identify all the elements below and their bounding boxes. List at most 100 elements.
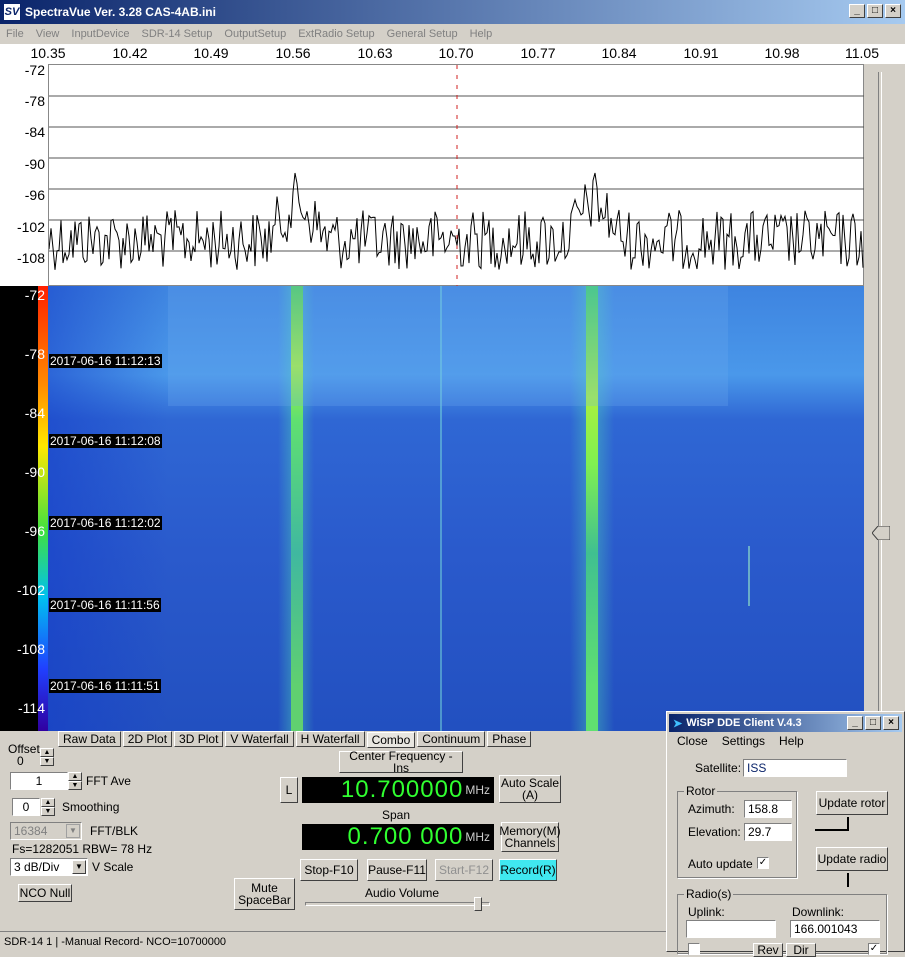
l-button[interactable]: L [280,777,298,803]
tab-combo[interactable]: Combo [366,732,416,748]
spectrum-svg [48,65,865,287]
freq-tick: 10.35 [30,45,66,61]
downlink-label: Downlink: [792,905,845,919]
spin-up-icon[interactable]: ▲ [41,798,55,807]
smoothing-label: Smoothing [62,800,120,814]
frequency-display[interactable]: 10.700000 MHz [302,776,494,803]
dropdown-arrow-icon[interactable]: ▼ [66,824,80,838]
tab-continuum[interactable]: Continuum [417,731,486,747]
waterfall-y-tick: -84 [24,405,45,421]
fft-blk-select[interactable]: 16384 ▼ [10,822,82,840]
spin-up-icon[interactable]: ▲ [40,748,54,757]
rotor-group-title: Rotor [684,784,718,798]
uplink-input[interactable] [686,920,776,938]
freq-tick: 10.98 [764,45,800,61]
tab-v-waterfall[interactable]: V Waterfall [225,731,294,747]
offset-spinner[interactable]: ▲ ▼ [40,748,54,766]
spin-down-icon[interactable]: ▼ [68,781,82,790]
satellite-input[interactable]: ISS [743,759,847,777]
spin-up-icon[interactable]: ▲ [68,772,82,781]
elevation-input[interactable]: 29.7 [744,823,792,841]
fft-ave-input[interactable]: 1 [10,772,68,790]
waterfall-y-tick: -102 [16,582,45,598]
wisp-close-button[interactable]: × [883,716,899,730]
update-radio-button[interactable]: Update radio [816,847,888,871]
wisp-minimize-button[interactable]: _ [847,716,863,730]
freq-tick: 10.56 [275,45,311,61]
stop-button[interactable]: Stop-F10 [300,859,358,881]
timestamp-label: 2017-06-16 11:11:56 [49,598,161,612]
waterfall-display[interactable] [48,286,864,731]
smoothing-input[interactable]: 0 [12,798,40,816]
waterfall-carrier-line [748,546,750,606]
frequency-unit: MHz [465,783,490,797]
fft-blk-value: 16384 [14,824,48,838]
menu-inputdevice[interactable]: InputDevice [65,28,135,40]
tab-h-waterfall[interactable]: H Waterfall [295,731,365,747]
vertical-slider-line [878,72,882,724]
wisp-maximize-button[interactable]: □ [865,716,881,730]
downlink-input[interactable]: 166.001043 [790,920,880,938]
fft-ave-spinner[interactable]: ▲ ▼ [68,772,82,790]
mute-button[interactable]: Mute SpaceBar [234,878,295,910]
menu-outputsetup[interactable]: OutputSetup [218,28,292,40]
maximize-button[interactable]: □ [867,4,883,18]
menu-general-setup[interactable]: General Setup [381,28,464,40]
nco-null-button[interactable]: NCO Null [18,884,72,902]
minimize-button[interactable]: _ [849,4,865,18]
memory-channels-button[interactable]: Memory(M) Channels [499,822,561,852]
auto-update-checkbox[interactable]: ✓ [757,857,769,869]
wisp-menu-settings[interactable]: Settings [722,734,765,748]
tab-raw-data[interactable]: Raw Data [58,731,121,747]
waterfall-y-tick: -90 [24,464,45,480]
timestamp-label: 2017-06-16 11:12:13 [49,354,162,368]
rev-button[interactable]: Rev [753,943,783,957]
menu-extradio-setup[interactable]: ExtRadio Setup [292,28,380,40]
vscale-label: V Scale [92,860,134,874]
record-button[interactable]: Record(R) [499,859,557,881]
menu-help[interactable]: Help [464,28,499,40]
vscale-select[interactable]: 3 dB/Div ▼ [10,858,88,876]
tab-phase[interactable]: Phase [487,731,532,747]
vertical-slider-track [864,64,905,731]
freq-tick: 10.70 [438,45,474,61]
update-rotor-button[interactable]: Update rotor [816,791,888,815]
wisp-menu-close[interactable]: Close [677,734,708,748]
menu-view[interactable]: View [30,28,66,40]
tab-2d-plot[interactable]: 2D Plot [122,731,173,747]
vertical-slider-thumb[interactable] [872,526,890,540]
spin-down-icon[interactable]: ▼ [40,757,54,766]
menu-file[interactable]: File [0,28,30,40]
elevation-label: Elevation: [688,825,741,839]
wisp-title-bar[interactable]: ➤ WiSP DDE Client V.4.3 _ □ × [669,714,902,732]
tab-3d-plot[interactable]: 3D Plot [174,731,224,747]
spectrum-y-tick: -72 [24,62,45,78]
pause-button[interactable]: Pause-F11 [367,859,427,881]
auto-scale-button[interactable]: Auto Scale (A) [499,775,561,803]
span-value: 0.700 000 [347,823,464,850]
dir-button[interactable]: Dir [786,943,816,957]
main-title-bar[interactable]: SV SpectraVue Ver. 3.28 CAS-4AB.ini _ □ … [0,0,905,24]
offset-value: 0 [17,754,24,768]
waterfall-y-tick: -108 [16,641,45,657]
frequency-axis: 10.35 10.42 10.49 10.56 10.63 10.70 10.7… [0,44,905,64]
smoothing-spinner[interactable]: ▲ ▼ [41,798,55,816]
center-frequency-button[interactable]: Center Frequency - Ins [339,750,463,774]
spectrum-plot[interactable] [48,64,865,287]
downlink-checkbox[interactable]: ✓ [868,943,880,955]
close-button[interactable]: × [885,4,901,18]
timestamp-label: 2017-06-16 11:11:51 [49,679,161,693]
uplink-checkbox[interactable] [688,943,700,955]
span-display[interactable]: 0.700 000 MHz [302,823,494,850]
dropdown-arrow-icon[interactable]: ▼ [72,860,86,874]
wisp-menu-help[interactable]: Help [779,734,804,748]
spin-down-icon[interactable]: ▼ [41,807,55,816]
audio-volume-thumb[interactable] [474,897,482,911]
freq-tick: 10.42 [112,45,148,61]
fft-blk-label: FFT/BLK [90,824,139,838]
start-button[interactable]: Start-F12 [435,859,493,881]
azimuth-input[interactable]: 158.8 [744,800,792,818]
freq-tick: 10.49 [193,45,229,61]
menu-sdr14-setup[interactable]: SDR-14 Setup [135,28,218,40]
spectrum-y-tick: -102 [16,219,45,235]
